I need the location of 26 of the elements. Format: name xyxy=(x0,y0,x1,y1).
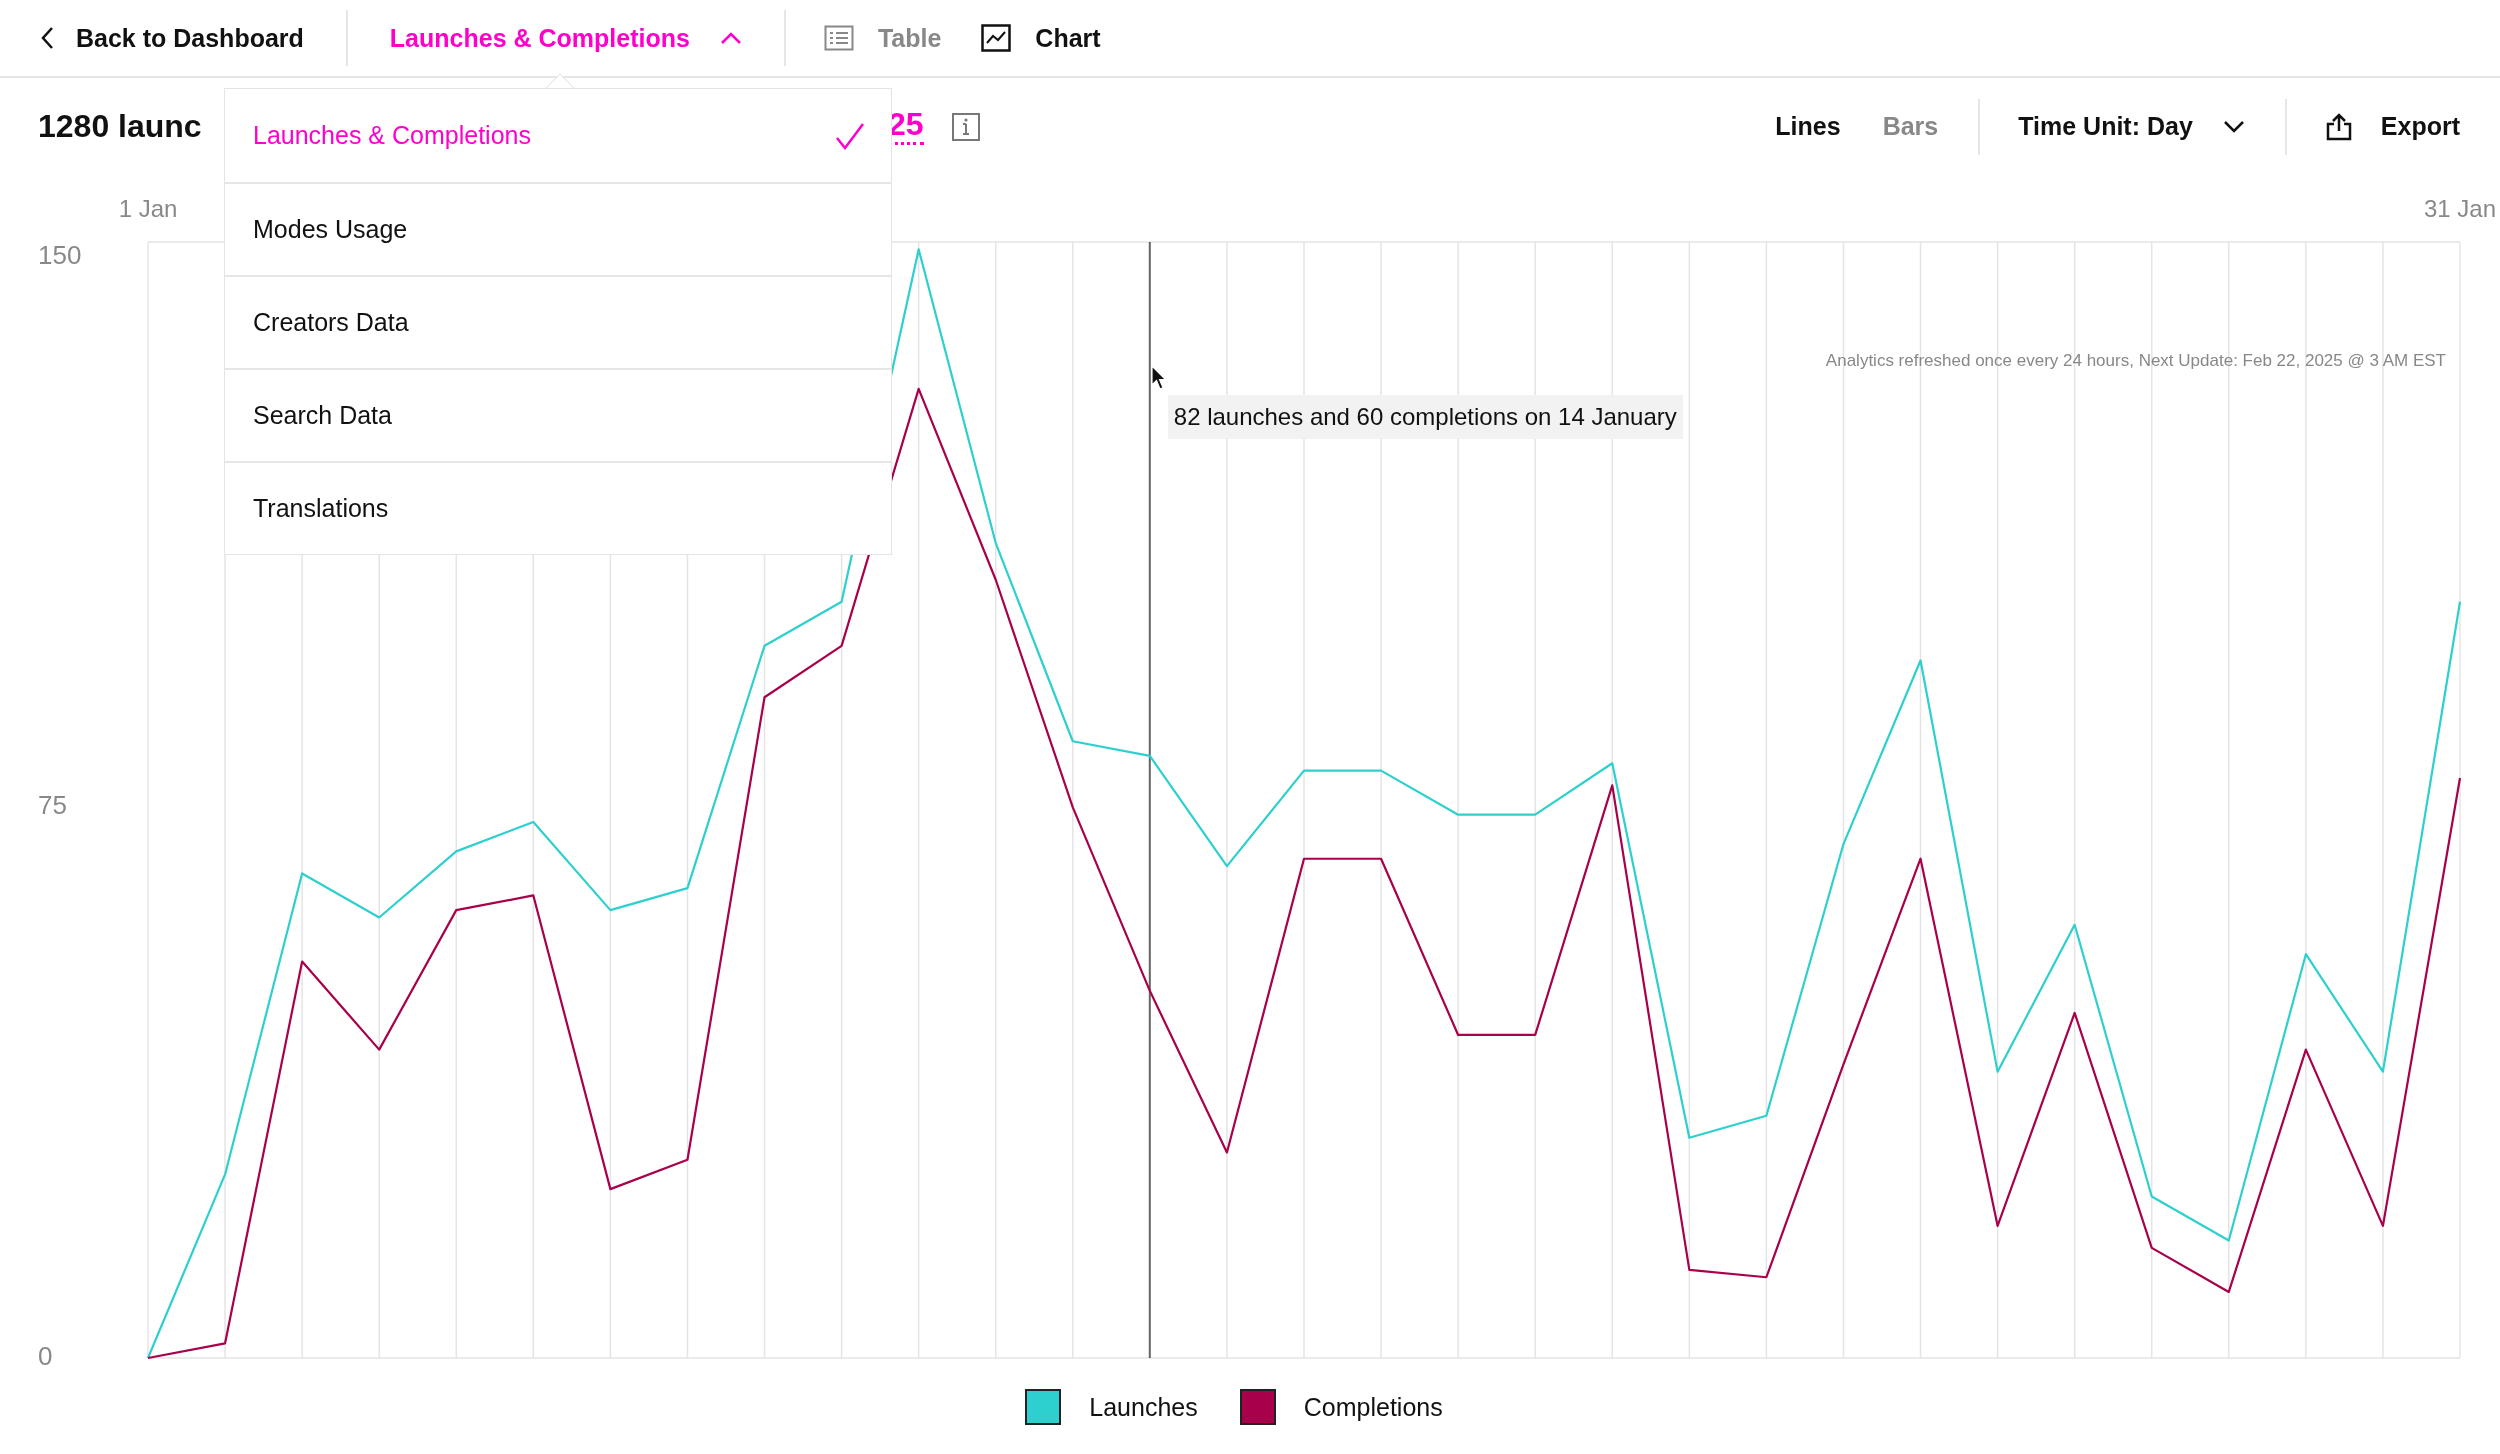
date-label: 1 Jan xyxy=(118,195,178,222)
time-unit-dropdown[interactable]: Time Unit: Day xyxy=(2018,104,2245,149)
axis-label: 150 xyxy=(38,239,82,270)
chart-type-tab[interactable]: Lines xyxy=(1775,104,1841,149)
line-chart-icon xyxy=(981,24,1012,52)
axis-label: 75 xyxy=(38,790,67,821)
page-title: 1280 launc xyxy=(38,108,202,144)
chart-tooltip: 82 launches and 60 completions on 14 January xyxy=(1167,395,1683,439)
date-label: 31 Jan xyxy=(2423,195,2497,222)
back-button[interactable]: Back to Dashboard xyxy=(36,15,308,61)
back-chevron-icon xyxy=(40,26,54,50)
caret-icon xyxy=(719,31,742,45)
axis-label: 0 xyxy=(38,1340,53,1365)
chevron-down-icon xyxy=(2222,119,2245,134)
mouse-pointer-icon xyxy=(1150,365,1167,391)
legend-label: Completions xyxy=(1303,1392,1443,1422)
list-icon xyxy=(823,25,854,51)
info-icon[interactable] xyxy=(951,112,980,141)
export-button[interactable]: Export xyxy=(2324,104,2460,149)
view-tab[interactable]: Chart xyxy=(981,15,1101,61)
chart-type-tab[interactable]: Bars xyxy=(1882,104,1939,149)
legend-label: Launches xyxy=(1089,1392,1198,1422)
refresh-note: Analytics refreshed once every 24 hours, Next Update: Feb 22, 2025 @ 3 AM EST xyxy=(1825,351,2446,371)
share-icon xyxy=(2324,112,2353,141)
checkmark-icon xyxy=(835,121,865,150)
view-tab[interactable]: Table xyxy=(823,15,942,61)
